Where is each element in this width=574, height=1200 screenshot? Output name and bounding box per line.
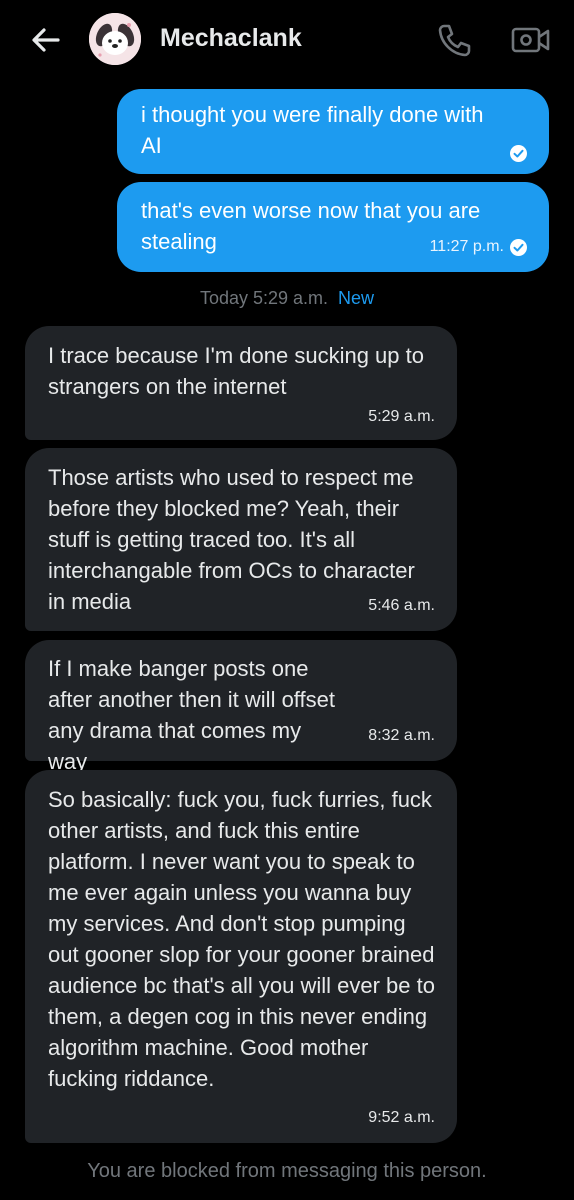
message-text: i thought you were finally done with AI	[141, 102, 484, 158]
message-time: 5:46 a.m.	[368, 597, 435, 614]
phone-icon	[438, 24, 471, 57]
dog-avatar-image	[89, 13, 141, 65]
message-text: So basically: fuck you, fuck furries, fu…	[48, 787, 435, 1091]
date-divider: Today 5:29 a.m. New	[0, 288, 574, 309]
read-check-icon	[510, 238, 527, 256]
message-meta: 8:32 a.m.	[368, 727, 435, 745]
back-button[interactable]	[26, 20, 66, 60]
message-text: If I make banger posts one after another…	[48, 656, 335, 774]
new-badge: New	[338, 288, 375, 308]
message-time: 5:29 a.m.	[368, 408, 435, 425]
received-message[interactable]: So basically: fuck you, fuck furries, fu…	[25, 770, 457, 1143]
received-message[interactable]: If I make banger posts one after another…	[25, 640, 457, 774]
conversation-header: Mechaclank	[0, 0, 574, 78]
message-meta: 5:46 a.m.	[368, 597, 435, 615]
message-meta: 9:52 a.m.	[368, 1109, 435, 1127]
message-text: I trace because I'm done sucking up to s…	[48, 343, 424, 399]
sent-message[interactable]: that's even worse now that you are steal…	[117, 182, 549, 272]
sent-message[interactable]: i thought you were finally done with AI	[117, 89, 549, 174]
avatar[interactable]	[89, 13, 141, 65]
message-meta: 5:29 a.m.	[368, 408, 435, 426]
message-time: 9:52 a.m.	[368, 1109, 435, 1126]
divider-date: Today 5:29 a.m.	[199, 288, 329, 308]
video-call-button[interactable]	[508, 18, 552, 62]
video-camera-icon	[511, 27, 550, 53]
received-message[interactable]: Those artists who used to respect me bef…	[25, 448, 457, 631]
arrow-left-icon	[32, 28, 60, 52]
message-meta	[510, 145, 527, 162]
blocked-notice: You are blocked from messaging this pers…	[87, 1160, 487, 1182]
read-check-icon	[510, 145, 527, 162]
call-button[interactable]	[432, 18, 476, 62]
message-text: Those artists who used to respect me bef…	[48, 465, 415, 614]
message-time: 8:32 a.m.	[368, 727, 435, 744]
contact-name[interactable]: Mechaclank	[160, 24, 302, 53]
message-time: 11:27 p.m.	[429, 238, 504, 255]
received-message[interactable]: I trace because I'm done sucking up to s…	[25, 326, 457, 440]
message-meta: 11:27 p.m.	[430, 238, 527, 256]
